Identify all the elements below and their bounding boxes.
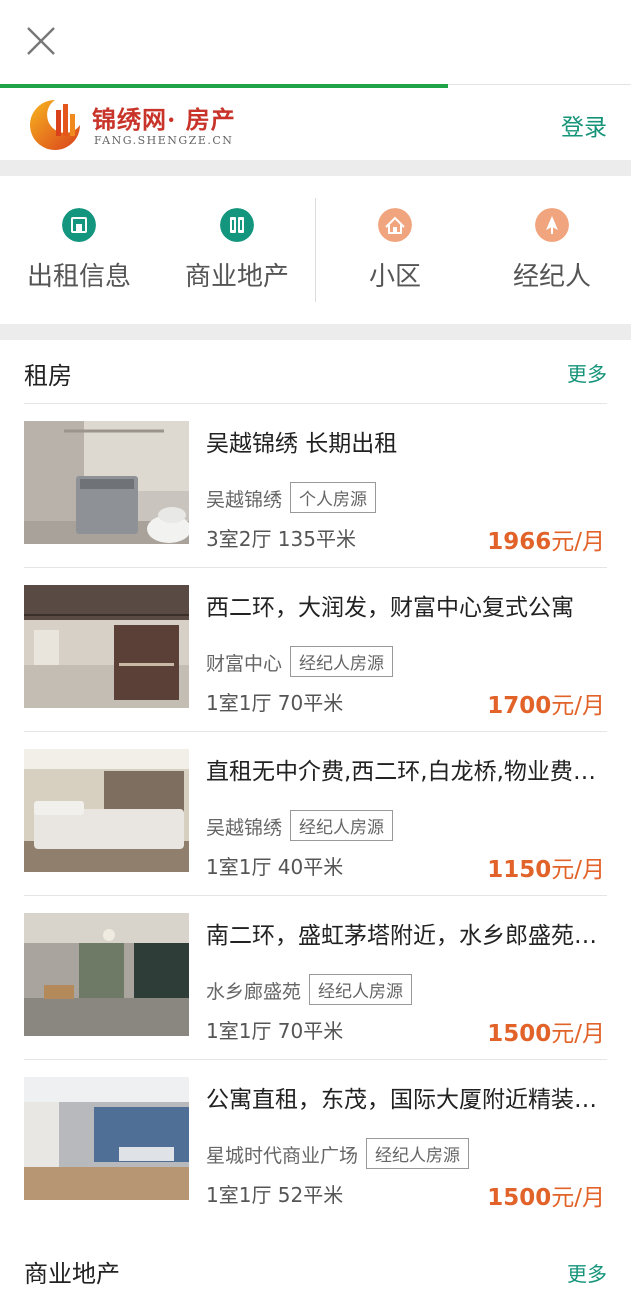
nav-label: 经纪人 <box>512 262 591 292</box>
site-header: 锦绣网· 房产 FANG.SHENGZE.CN 登录 <box>0 88 631 160</box>
listing-price-unit: 元/月 <box>551 1185 605 1211</box>
listing-price-number: 1500 <box>487 1185 552 1211</box>
listing-item[interactable]: 西二环，大润发，财富中心复式公寓 财富中心 经纪人房源 1室1厅 70平米 170… <box>24 568 607 732</box>
shop-icon <box>220 208 254 242</box>
listing-spec: 3室2厅 135平米 <box>206 527 356 551</box>
listing-source-tag: 经纪人房源 <box>366 1138 470 1169</box>
login-link[interactable]: 登录 <box>561 108 607 142</box>
listing-location-row: 星城时代商业广场 经纪人房源 <box>206 1138 470 1169</box>
listing-item[interactable]: 公寓直租，东茂，国际大厦附近精装公寓 星城时代商业广场 经纪人房源 1室1厅 52… <box>24 1060 607 1224</box>
listing-price-unit: 元/月 <box>551 1021 605 1047</box>
listing-photo <box>24 1077 189 1200</box>
community-icon <box>378 208 412 242</box>
listing-source-tag: 个人房源 <box>290 482 377 513</box>
listing-location: 财富中心 <box>206 653 283 675</box>
listing-price: 1150元/月 <box>487 850 605 884</box>
listing-source-tag: 经纪人房源 <box>290 646 394 677</box>
brand-name-main: 锦绣网 <box>92 105 167 134</box>
category-nav: 出租信息 商业地产 小区 经纪人 <box>0 176 631 324</box>
listing-location-row: 水乡廊盛苑 经纪人房源 <box>206 974 413 1005</box>
listing-source-tag: 经纪人房源 <box>309 974 413 1005</box>
listing-price-number: 1966 <box>487 529 552 555</box>
commercial-more-link[interactable]: 更多 <box>567 1258 607 1287</box>
close-icon[interactable] <box>24 24 58 58</box>
top-bar <box>0 0 631 85</box>
listing-source-tag: 经纪人房源 <box>290 810 394 841</box>
listing-location: 吴越锦绣 <box>206 489 283 511</box>
nav-item-commercial[interactable]: 商业地产 <box>158 176 316 324</box>
listing-photo <box>24 913 189 1036</box>
listing-location: 星城时代商业广场 <box>206 1145 359 1167</box>
listing-title: 西二环，大润发，财富中心复式公寓 <box>206 595 574 621</box>
nav-item-agent[interactable]: 经纪人 <box>473 176 631 324</box>
listing-spec: 1室1厅 52平米 <box>206 1183 344 1207</box>
agent-icon <box>535 208 569 242</box>
section-gap <box>0 324 631 340</box>
listing-photo <box>24 421 189 544</box>
brand-name-suffix: · 房产 <box>167 105 236 134</box>
listing-spec: 1室1厅 70平米 <box>206 691 344 715</box>
listing-location-row: 财富中心 经纪人房源 <box>206 646 394 677</box>
nav-label: 小区 <box>368 262 421 292</box>
listing-photo <box>24 749 189 872</box>
listing-price-unit: 元/月 <box>551 693 605 719</box>
rent-section-title: 租房 <box>24 362 72 390</box>
rent-more-link[interactable]: 更多 <box>567 358 607 387</box>
nav-item-community[interactable]: 小区 <box>316 176 474 324</box>
listing-title: 南二环，盛虹茅塔附近，水乡郎盛苑公寓 <box>206 923 606 949</box>
section-gap <box>0 160 631 176</box>
building-icon <box>62 208 96 242</box>
listing-spec: 1室1厅 70平米 <box>206 1019 344 1043</box>
listing-price-number: 1150 <box>487 857 552 883</box>
brand-name: 锦绣网· 房产 <box>92 100 236 135</box>
listing-price: 1966元/月 <box>487 522 605 556</box>
listing-item[interactable]: 直租无中介费,西二环,白龙桥,物业费全包 吴越锦绣 经纪人房源 1室1厅 40平米… <box>24 732 607 896</box>
listing-price: 1500元/月 <box>487 1178 605 1212</box>
listing-location-row: 吴越锦绣 经纪人房源 <box>206 810 394 841</box>
nav-label: 出租信息 <box>26 262 131 292</box>
listing-title: 直租无中介费,西二环,白龙桥,物业费全包 <box>206 759 606 785</box>
listing-item[interactable]: 南二环，盛虹茅塔附近，水乡郎盛苑公寓 水乡廊盛苑 经纪人房源 1室1厅 70平米 … <box>24 896 607 1060</box>
listing-price-number: 1500 <box>487 1021 552 1047</box>
brand-domain: FANG.SHENGZE.CN <box>94 134 234 147</box>
nav-item-rental-info[interactable]: 出租信息 <box>0 176 158 324</box>
listing-price-unit: 元/月 <box>551 857 605 883</box>
listing-location: 吴越锦绣 <box>206 817 283 839</box>
listing-location-row: 吴越锦绣 个人房源 <box>206 482 377 513</box>
listing-photo <box>24 585 189 708</box>
listing-price-unit: 元/月 <box>551 529 605 555</box>
listing-price-number: 1700 <box>487 693 552 719</box>
listing-price: 1500元/月 <box>487 1014 605 1048</box>
logo-mark-icon <box>30 100 80 150</box>
site-logo[interactable]: 锦绣网· 房产 FANG.SHENGZE.CN <box>26 94 266 154</box>
commercial-section-title: 商业地产 <box>24 1260 120 1288</box>
listing-title: 公寓直租，东茂，国际大厦附近精装公寓 <box>206 1087 606 1113</box>
nav-label: 商业地产 <box>184 262 289 292</box>
listing-location: 水乡廊盛苑 <box>206 981 302 1003</box>
listing-spec: 1室1厅 40平米 <box>206 855 344 879</box>
listing-title: 吴越锦绣 长期出租 <box>206 431 398 457</box>
listing-item[interactable]: 吴越锦绣 长期出租 吴越锦绣 个人房源 3室2厅 135平米 1966元/月 <box>24 404 607 568</box>
listing-price: 1700元/月 <box>487 686 605 720</box>
